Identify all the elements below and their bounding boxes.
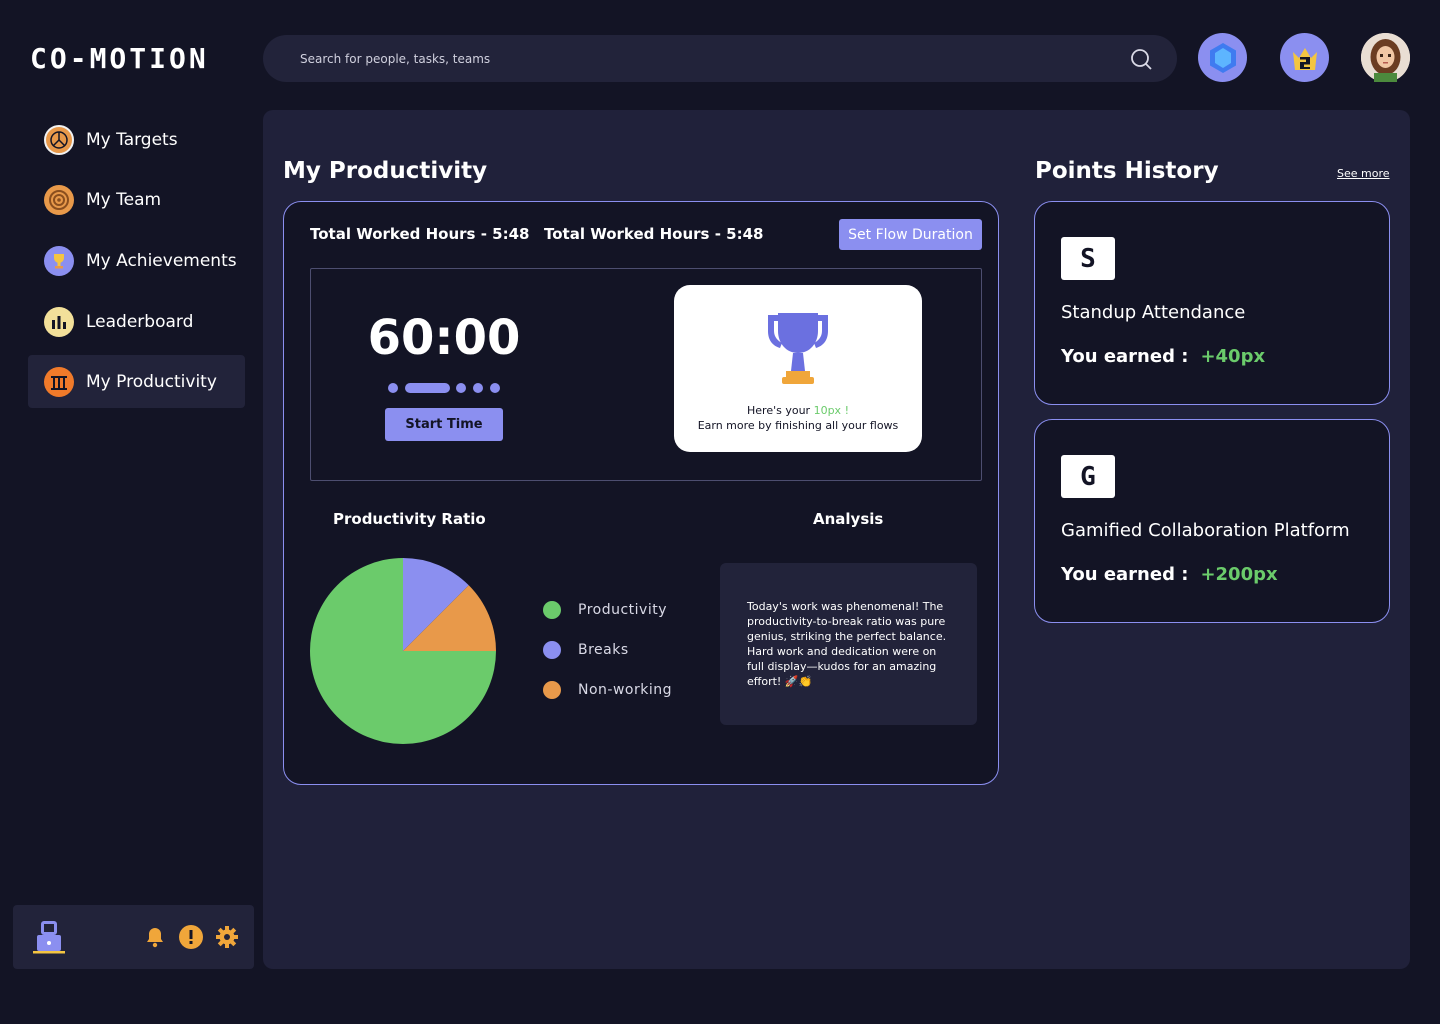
analysis-text: Today's work was phenomenal! The product… (747, 600, 947, 688)
earned-value: +200px (1200, 564, 1278, 585)
sidebar-item-leaderboard[interactable]: Leaderboard (28, 295, 245, 348)
step-dot[interactable] (490, 383, 500, 393)
sidebar-item-my-productivity[interactable]: My Productivity (28, 355, 245, 408)
target-icon (44, 124, 74, 155)
leaderboard-icon (44, 306, 74, 337)
bell-icon[interactable] (145, 926, 165, 948)
avatar-icon (1361, 33, 1410, 82)
trophy-icon (768, 313, 828, 384)
reward-message: Here's your 10px ! Earn more by finishin… (674, 403, 922, 433)
crown-icon (1292, 47, 1317, 70)
set-flow-duration-button[interactable]: Set Flow Duration (839, 219, 982, 250)
legend-non-working: Non-working (543, 681, 672, 699)
sidebar-item-my-targets[interactable]: My Targets (28, 113, 245, 166)
points-earned: You earned : +200px (1061, 564, 1278, 585)
analysis-title: Analysis (813, 510, 884, 528)
reward-subtext: Earn more by finishing all your flows (697, 419, 899, 432)
step-dot[interactable] (456, 383, 466, 393)
sidebar-item-my-achievements[interactable]: My Achievements (28, 234, 245, 287)
earned-label: You earned : (1061, 346, 1189, 367)
legend-label: Non-working (578, 682, 672, 698)
standup-icon: S (1061, 237, 1115, 280)
legend-swatch-non-working (543, 681, 561, 699)
points-earned: You earned : +40px (1061, 346, 1265, 367)
app-logo[interactable]: CO-MOTION (30, 42, 209, 75)
step-dot[interactable] (473, 383, 483, 393)
gear-icon[interactable] (215, 925, 239, 949)
user-profile-icon[interactable] (31, 918, 67, 956)
points-card[interactable]: G Gamified Collaboration Platform You ea… (1034, 419, 1390, 623)
worked-hours-1: Total Worked Hours - 5:48 (310, 225, 530, 243)
earned-label: You earned : (1061, 564, 1189, 585)
sidebar-item-label: Leaderboard (86, 311, 194, 332)
worked-hours-2: Total Worked Hours - 5:48 (544, 225, 764, 243)
user-bar (13, 905, 254, 969)
crown-badge-button[interactable] (1280, 33, 1329, 82)
reward-prefix: Here's your (747, 404, 814, 417)
start-time-button[interactable]: Start Time (385, 408, 503, 441)
sidebar-item-label: My Achievements (86, 250, 237, 271)
gem-icon (1209, 42, 1236, 73)
productivity-ratio-title: Productivity Ratio (333, 510, 486, 528)
points-card[interactable]: S Standup Attendance You earned : +40px (1034, 201, 1390, 405)
search-input[interactable] (300, 51, 1129, 66)
search-icon[interactable] (1129, 47, 1153, 71)
team-icon (44, 184, 74, 215)
productivity-icon (44, 366, 74, 397)
user-avatar[interactable] (1361, 33, 1410, 82)
points-card-title: Gamified Collaboration Platform (1061, 520, 1350, 541)
analysis-box: Today's work was phenomenal! The product… (720, 563, 977, 725)
trophy-icon (44, 245, 74, 276)
search-bar[interactable] (263, 35, 1177, 82)
step-dot-active[interactable] (405, 383, 450, 393)
productivity-pie-chart (310, 558, 496, 744)
sidebar-item-label: My Team (86, 189, 162, 210)
legend-productivity: Productivity (543, 601, 667, 619)
legend-breaks: Breaks (543, 641, 629, 659)
sidebar-item-label: My Targets (86, 129, 178, 150)
points-card-title: Standup Attendance (1061, 302, 1246, 323)
reward-card: Here's your 10px ! Earn more by finishin… (674, 285, 922, 452)
legend-swatch-breaks (543, 641, 561, 659)
page-title: My Productivity (283, 158, 488, 184)
timer-display: 60:00 (367, 310, 521, 366)
sidebar-item-label: My Productivity (86, 371, 217, 392)
legend-label: Breaks (578, 642, 629, 658)
gamified-icon: G (1061, 455, 1115, 498)
legend-label: Productivity (578, 602, 667, 618)
step-dot[interactable] (388, 383, 398, 393)
points-history-title: Points History (1035, 158, 1219, 184)
sidebar-item-my-team[interactable]: My Team (28, 173, 245, 226)
alert-icon[interactable] (178, 924, 204, 950)
see-more-link[interactable]: See more (1337, 167, 1390, 180)
legend-swatch-productivity (543, 601, 561, 619)
gem-badge-button[interactable] (1198, 33, 1247, 82)
earned-value: +40px (1200, 346, 1266, 367)
reward-points: 10px ! (813, 404, 849, 417)
